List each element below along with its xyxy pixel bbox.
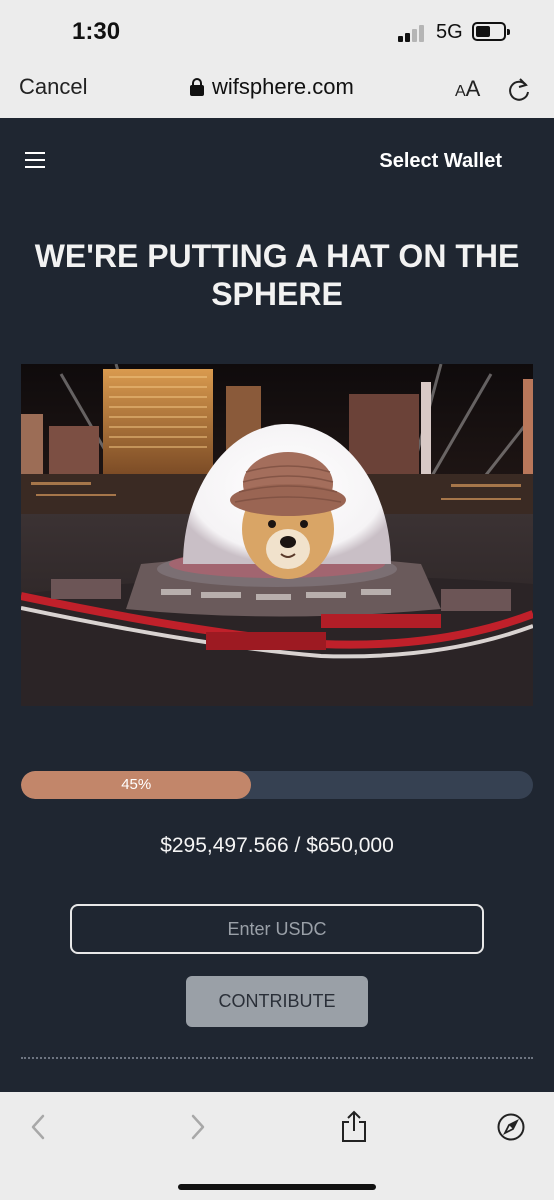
address-field[interactable]: wifsphere.com: [190, 74, 354, 100]
hero-title: WE'RE PUTTING A HAT ON THE SPHERE: [34, 238, 520, 312]
share-icon[interactable]: [340, 1110, 368, 1144]
contribute-button[interactable]: CONTRIBUTE: [186, 976, 368, 1027]
battery-icon: [472, 22, 510, 41]
cancel-button[interactable]: Cancel: [19, 74, 87, 100]
raised-separator: /: [288, 834, 307, 857]
text-size-button[interactable]: AA: [455, 76, 480, 102]
text-size-large-label: A: [465, 76, 481, 101]
progress-label: 45%: [21, 771, 533, 799]
raised-summary: $295,497.566 / $650,000: [0, 834, 554, 858]
lock-icon: [190, 78, 204, 96]
progress-percent-text: 45%: [121, 776, 152, 793]
section-divider: [21, 1057, 533, 1059]
usdc-amount-input[interactable]: [70, 904, 484, 954]
select-wallet-button[interactable]: Select Wallet: [379, 150, 502, 173]
hero-image: [21, 364, 533, 706]
status-bar: 1:30 5G: [0, 0, 554, 62]
site-header: Select Wallet: [0, 118, 554, 202]
compass-icon[interactable]: [496, 1112, 526, 1142]
progress-bar: 45%: [21, 771, 533, 799]
domain-text: wifsphere.com: [212, 74, 354, 99]
reload-icon[interactable]: [506, 77, 532, 103]
network-type: 5G: [436, 21, 463, 43]
chevron-left-icon[interactable]: [26, 1112, 50, 1142]
home-indicator: [178, 1184, 376, 1190]
chevron-right-icon[interactable]: [186, 1112, 210, 1142]
goal-amount: $650,000: [306, 834, 394, 857]
cellular-signal-icon: [398, 24, 428, 42]
browser-url-bar: Cancel wifsphere.com AA: [0, 62, 554, 118]
text-size-small-label: A: [455, 83, 466, 100]
raised-amount: $295,497.566: [160, 834, 289, 857]
hamburger-icon[interactable]: [25, 152, 45, 168]
status-time: 1:30: [72, 18, 121, 45]
